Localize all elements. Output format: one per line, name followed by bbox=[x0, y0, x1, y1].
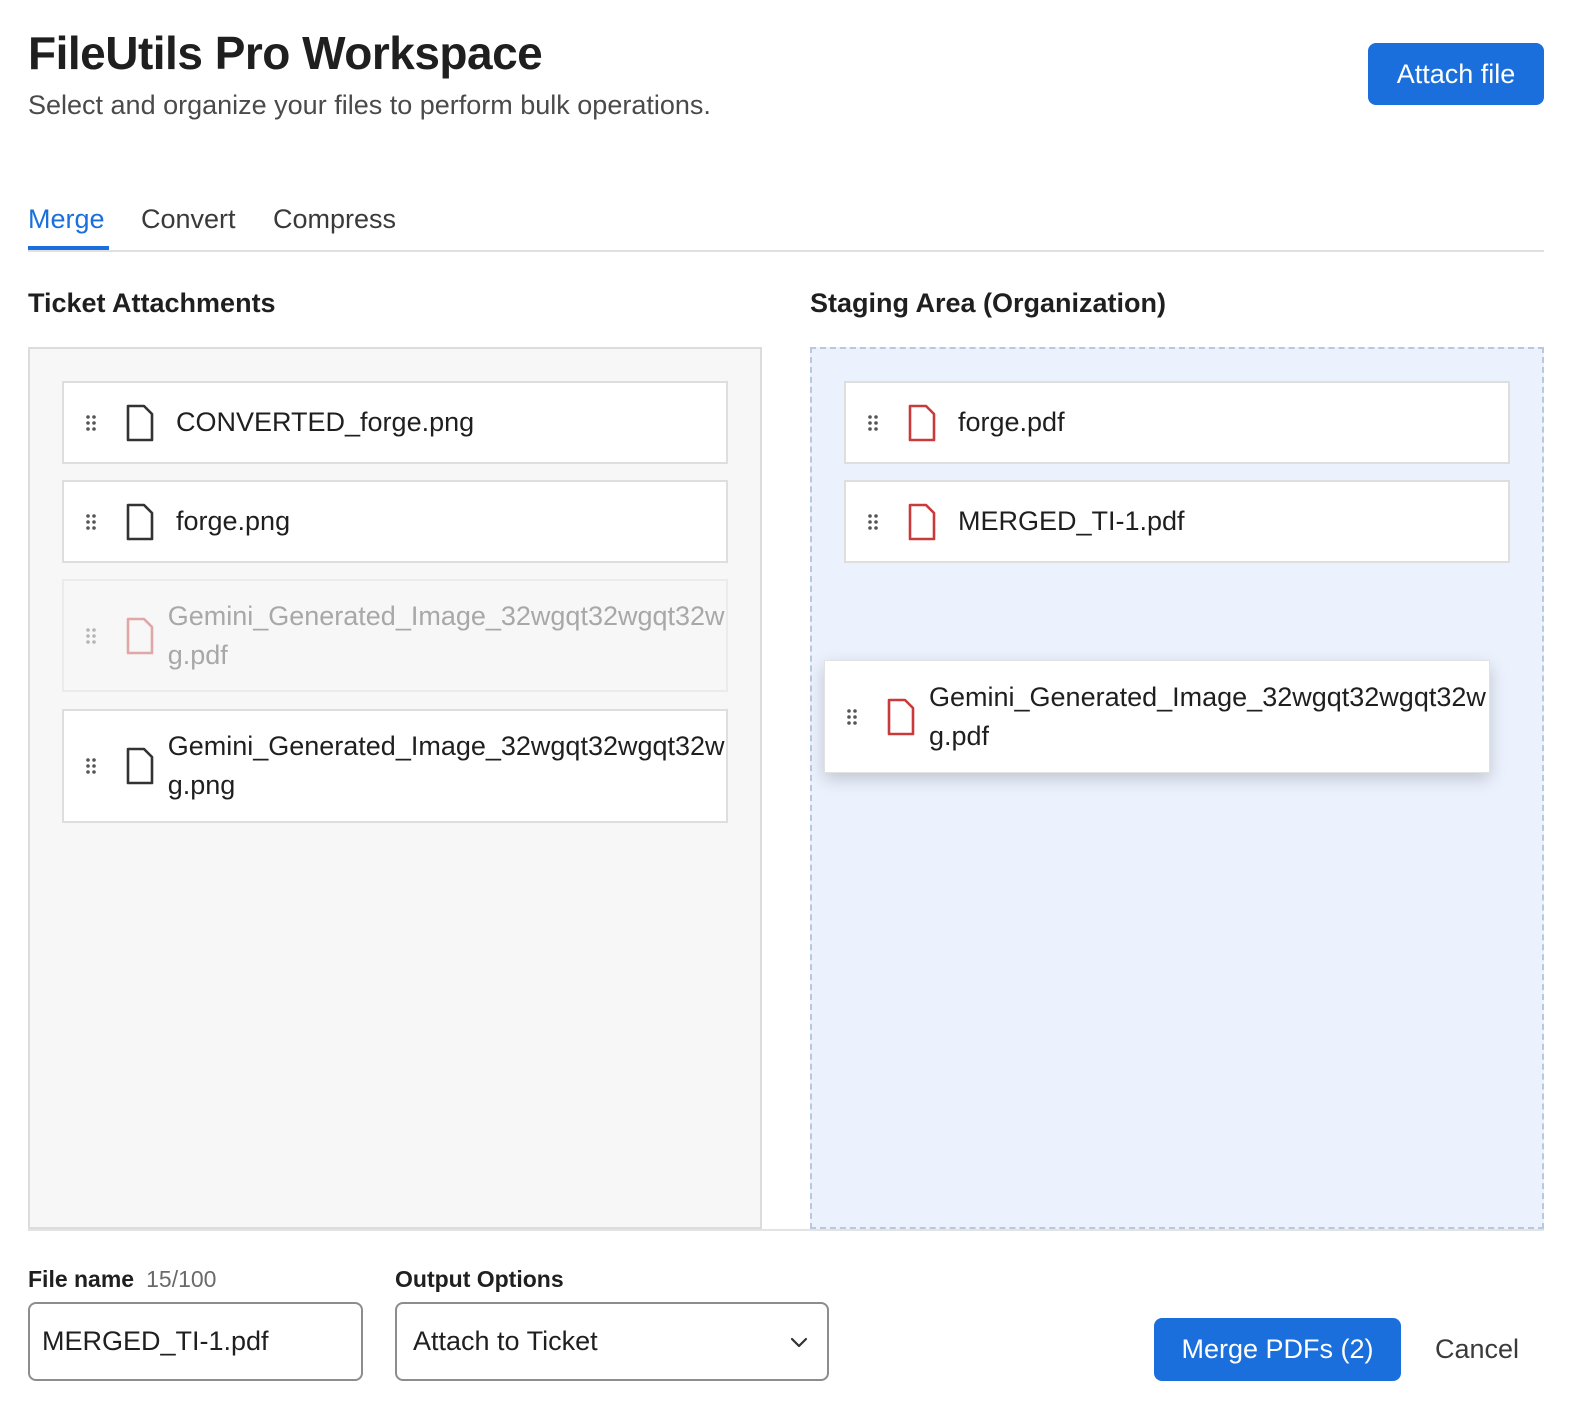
staging-area-title: Staging Area (Organization) bbox=[810, 288, 1167, 318]
file-name: forge.png bbox=[176, 506, 291, 536]
drag-handle-icon[interactable] bbox=[64, 414, 118, 432]
drag-handle-icon[interactable] bbox=[846, 513, 900, 531]
attachment-item-placeholder: Gemini_Generated_Image_32wgqt32wgqt32wg.… bbox=[62, 579, 728, 692]
file-name: MERGED_TI-1.pdf bbox=[958, 506, 1185, 536]
file-icon bbox=[118, 747, 162, 785]
character-counter: 15/100 bbox=[146, 1266, 217, 1292]
pdf-icon bbox=[900, 503, 944, 541]
page-subtitle: Select and organize your files to perfor… bbox=[28, 90, 711, 120]
staging-item[interactable]: forge.pdf bbox=[844, 381, 1510, 464]
file-name: forge.pdf bbox=[958, 407, 1065, 437]
cancel-button[interactable]: Cancel bbox=[1420, 1318, 1534, 1381]
file-icon bbox=[118, 503, 162, 541]
output-options-value: Attach to Ticket bbox=[413, 1326, 598, 1356]
ticket-attachments-list: CONVERTED_forge.png forge.png Gemini_Gen… bbox=[28, 347, 762, 1229]
file-name: Gemini_Generated_Image_32wgqt32wgqt32wg.… bbox=[167, 600, 725, 670]
page-title: FileUtils Pro Workspace bbox=[28, 27, 543, 79]
pdf-icon bbox=[900, 404, 944, 442]
dragging-file-card[interactable]: Gemini_Generated_Image_32wgqt32wgqt32wg.… bbox=[824, 660, 1490, 773]
ticket-attachments-title: Ticket Attachments bbox=[28, 288, 276, 318]
staging-item[interactable]: MERGED_TI-1.pdf bbox=[844, 480, 1510, 563]
drag-handle-icon bbox=[64, 627, 118, 645]
file-icon bbox=[118, 404, 162, 442]
output-options-select[interactable]: Attach to Ticket bbox=[395, 1302, 829, 1381]
active-tab-indicator bbox=[28, 246, 109, 250]
file-name: CONVERTED_forge.png bbox=[176, 407, 475, 437]
filename-input[interactable] bbox=[28, 1302, 363, 1381]
tab-convert[interactable]: Convert bbox=[141, 204, 236, 235]
filename-label: File name 15/100 bbox=[28, 1266, 216, 1293]
tab-compress[interactable]: Compress bbox=[273, 204, 396, 235]
file-name: Gemini_Generated_Image_32wgqt32wgqt32wg.… bbox=[167, 731, 725, 800]
attachment-item[interactable]: Gemini_Generated_Image_32wgqt32wgqt32wg.… bbox=[62, 709, 728, 823]
pdf-icon bbox=[879, 698, 923, 736]
staging-area-dropzone[interactable]: forge.pdf MERGED_TI-1.pdf bbox=[810, 347, 1544, 1229]
attach-file-button[interactable]: Attach file bbox=[1368, 43, 1544, 105]
filename-label-text: File name bbox=[28, 1266, 135, 1292]
pdf-icon bbox=[118, 617, 162, 655]
attachment-item[interactable]: CONVERTED_forge.png bbox=[62, 381, 728, 464]
merge-pdfs-button[interactable]: Merge PDFs (2) bbox=[1154, 1318, 1401, 1381]
tab-bar: Merge Convert Compress bbox=[28, 196, 1544, 252]
drag-handle-icon[interactable] bbox=[846, 414, 900, 432]
output-options-label: Output Options bbox=[395, 1266, 564, 1292]
drag-handle-icon[interactable] bbox=[825, 708, 879, 726]
chevron-down-icon bbox=[787, 1330, 811, 1354]
drag-handle-icon[interactable] bbox=[64, 757, 118, 775]
file-name: Gemini_Generated_Image_32wgqt32wgqt32wg.… bbox=[929, 681, 1486, 751]
drag-handle-icon[interactable] bbox=[64, 513, 118, 531]
divider bbox=[28, 1229, 1544, 1231]
tab-merge[interactable]: Merge bbox=[28, 204, 105, 235]
attachment-item[interactable]: forge.png bbox=[62, 480, 728, 563]
